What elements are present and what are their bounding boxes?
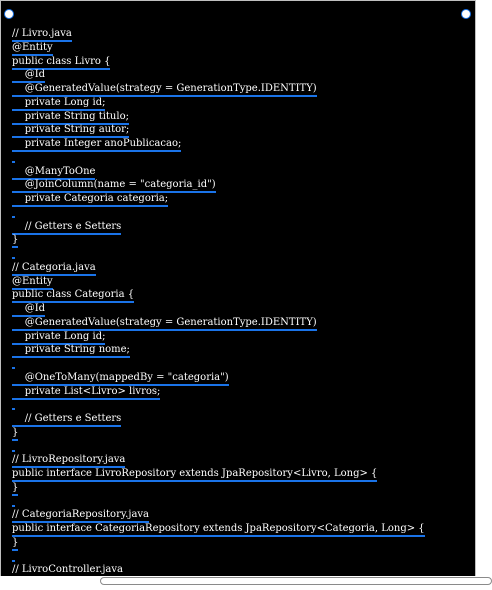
code-line[interactable] bbox=[12, 357, 472, 371]
code-line[interactable]: @GeneratedValue(strategy = GenerationTyp… bbox=[12, 82, 472, 97]
code-line[interactable]: // Getters e Setters bbox=[12, 220, 472, 235]
code-line-text: private Integer anoPublicacao; bbox=[12, 138, 182, 152]
code-line[interactable]: private Long id; bbox=[12, 96, 472, 111]
code-line-text: private Categoria categoria; bbox=[12, 193, 169, 207]
code-line[interactable]: public class Categoria { bbox=[12, 288, 472, 304]
code-line[interactable]: @ManyToOne bbox=[12, 165, 472, 180]
code-line[interactable] bbox=[12, 398, 472, 412]
code-line-text bbox=[12, 398, 15, 411]
code-line-text bbox=[12, 206, 15, 218]
code-line[interactable]: // LivroRepository.java bbox=[12, 453, 472, 469]
code-line-text: @Id bbox=[12, 303, 46, 317]
resize-handle-top-left[interactable] bbox=[4, 9, 14, 19]
code-line[interactable]: @Id bbox=[12, 68, 472, 84]
code-line-text: // Getters e Setters bbox=[12, 220, 122, 235]
code-line[interactable]: } bbox=[12, 536, 472, 551]
code-line-text: // Categoria.java bbox=[12, 261, 96, 276]
code-line-text: private Long id; bbox=[12, 96, 106, 111]
code-line-text: @GeneratedValue(strategy = GenerationTyp… bbox=[12, 316, 317, 331]
code-line-text: private String nome; bbox=[12, 344, 130, 359]
code-line-text: // Livro.java bbox=[12, 28, 72, 42]
code-line-text: @Entity bbox=[12, 41, 53, 56]
code-line[interactable]: // Getters e Setters bbox=[12, 412, 472, 427]
code-line[interactable]: private Integer anoPublicacao; bbox=[12, 137, 472, 152]
code-line-text: @GeneratedValue(strategy = GenerationTyp… bbox=[12, 83, 317, 97]
code-line[interactable]: @JoinColumn(name = "categoria_id") bbox=[12, 178, 472, 194]
code-line[interactable]: // Categoria.java bbox=[12, 261, 472, 276]
resize-handle-top-right[interactable] bbox=[461, 9, 471, 19]
code-line-text: @OneToMany(mappedBy = "categoria") bbox=[12, 371, 229, 386]
code-line-text bbox=[12, 440, 15, 452]
code-line-text bbox=[12, 495, 15, 507]
code-line[interactable] bbox=[12, 440, 472, 454]
code-block[interactable]: // Livro.java @Entity public class Livro {… bbox=[0, 0, 476, 590]
code-line-text: public interface LivroRepository extends… bbox=[12, 468, 378, 482]
code-line[interactable]: private Categoria categoria; bbox=[12, 192, 472, 207]
code-line-text: // Getters e Setters bbox=[12, 413, 122, 427]
code-line[interactable]: private String titulo; bbox=[12, 110, 472, 125]
code-line[interactable]: @Id bbox=[12, 302, 472, 317]
code-line[interactable]: // LivroController.java bbox=[12, 563, 472, 579]
code-line[interactable]: private Long id; bbox=[12, 330, 472, 345]
code-line[interactable] bbox=[12, 206, 472, 220]
code-line-text bbox=[12, 151, 15, 163]
code-line[interactable]: @OneToMany(mappedBy = "categoria") bbox=[12, 371, 472, 386]
code-line[interactable]: private String nome; bbox=[12, 343, 472, 359]
code-line[interactable]: private List<Livro> livros; bbox=[12, 385, 472, 400]
code-line[interactable]: @Entity bbox=[12, 41, 472, 56]
code-line-text bbox=[12, 357, 15, 369]
code-line[interactable]: @Entity bbox=[12, 275, 472, 290]
code-line[interactable]: public class Livro { bbox=[12, 55, 472, 70]
right-margin bbox=[476, 0, 492, 576]
code-line[interactable] bbox=[12, 550, 472, 564]
code-line[interactable]: } bbox=[12, 481, 472, 496]
code-line[interactable]: // CategoriaRepository.java bbox=[12, 508, 472, 524]
code-line[interactable]: @GeneratedValue(strategy = GenerationTyp… bbox=[12, 316, 472, 331]
code-line[interactable]: public interface CategoriaRepository ext… bbox=[12, 522, 472, 537]
code-line[interactable] bbox=[12, 247, 472, 261]
code-line-text: public interface CategoriaRepository ext… bbox=[12, 523, 425, 537]
code-line[interactable] bbox=[12, 495, 472, 509]
code-line[interactable]: // Livro.java bbox=[12, 27, 472, 42]
code-line[interactable]: } bbox=[12, 233, 472, 249]
code-text[interactable]: // Livro.java @Entity public class Livro {… bbox=[12, 27, 472, 589]
code-line-text: private List<Livro> livros; bbox=[12, 385, 161, 400]
code-line[interactable]: } bbox=[12, 426, 472, 441]
scrollbar-thumb[interactable] bbox=[100, 577, 492, 585]
code-line-text bbox=[12, 247, 15, 259]
code-line-text bbox=[12, 550, 15, 562]
code-line[interactable] bbox=[12, 151, 472, 165]
code-line[interactable]: private String autor; bbox=[12, 123, 472, 139]
code-line[interactable]: public interface LivroRepository extends… bbox=[12, 467, 472, 482]
